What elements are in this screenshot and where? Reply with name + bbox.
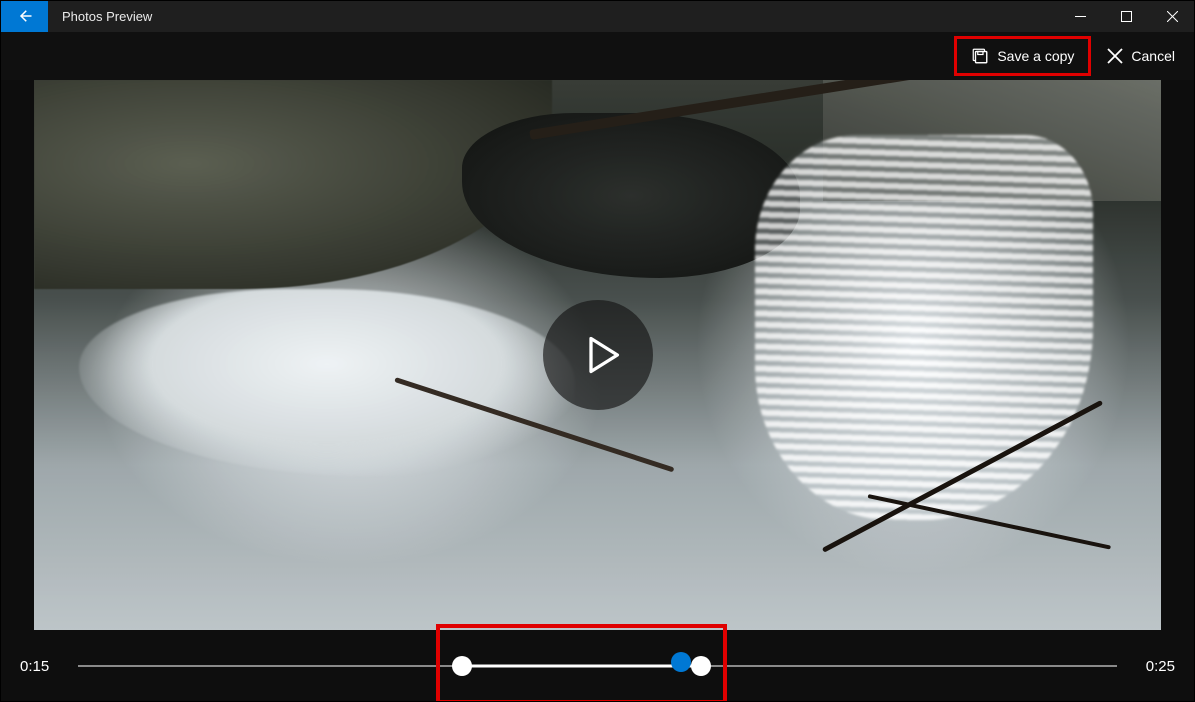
cancel-x-icon	[1107, 48, 1123, 64]
app-window: Photos Preview Save a copy	[0, 0, 1195, 702]
minimize-icon	[1075, 11, 1086, 22]
arrow-left-icon	[15, 7, 33, 25]
playhead-handle[interactable]	[671, 652, 691, 672]
editor-toolbar: Save a copy Cancel	[0, 32, 1195, 80]
titlebar: Photos Preview	[0, 0, 1195, 32]
save-copy-button[interactable]: Save a copy	[954, 36, 1091, 76]
trim-start-handle[interactable]	[452, 656, 472, 676]
trim-bar: 0:15 0:25	[0, 630, 1195, 702]
video-stage	[0, 80, 1195, 630]
trim-start-time: 0:15	[20, 658, 60, 675]
maximize-button[interactable]	[1103, 0, 1149, 32]
close-icon	[1167, 11, 1178, 22]
save-copy-label: Save a copy	[997, 48, 1074, 64]
cancel-button[interactable]: Cancel	[1095, 42, 1187, 70]
trim-end-time: 0:25	[1135, 658, 1175, 675]
save-icon	[971, 47, 989, 65]
cancel-label: Cancel	[1131, 48, 1175, 64]
minimize-button[interactable]	[1057, 0, 1103, 32]
close-window-button[interactable]	[1149, 0, 1195, 32]
app-title: Photos Preview	[48, 0, 152, 32]
window-controls	[1057, 0, 1195, 32]
back-button[interactable]	[0, 0, 48, 32]
play-icon	[580, 333, 624, 377]
trim-selected-range	[462, 665, 701, 668]
titlebar-drag-region[interactable]	[152, 0, 1057, 32]
trim-track[interactable]	[78, 646, 1117, 686]
play-button[interactable]	[543, 300, 653, 410]
trim-end-handle[interactable]	[691, 656, 711, 676]
maximize-icon	[1121, 11, 1132, 22]
